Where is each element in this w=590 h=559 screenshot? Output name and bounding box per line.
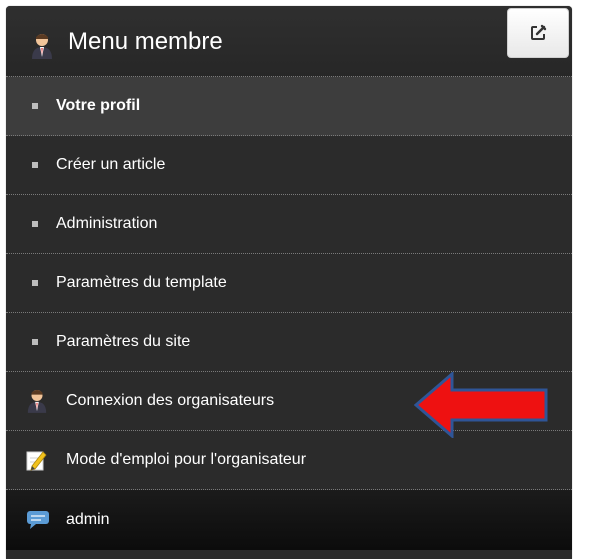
menu-header: Menu membre bbox=[6, 6, 572, 77]
menu-item-administration[interactable]: Administration bbox=[6, 195, 572, 254]
edit-menu-button[interactable] bbox=[507, 8, 569, 58]
menu-item-label: Paramètres du site bbox=[56, 333, 191, 350]
menu-item-admin[interactable]: admin bbox=[6, 490, 572, 550]
bullet-icon bbox=[32, 280, 38, 286]
bullet-icon bbox=[32, 221, 38, 227]
bullet-icon bbox=[32, 162, 38, 168]
menu-item-label: Mode d'emploi pour l'organisateur bbox=[66, 451, 307, 468]
notepad-pencil-icon bbox=[26, 451, 47, 471]
menu-item-label: Créer un article bbox=[56, 156, 166, 173]
menu-item-label: Votre profil bbox=[56, 97, 141, 114]
edit-icon bbox=[531, 24, 547, 40]
menu-item-parametres-template[interactable]: Paramètres du template bbox=[6, 254, 572, 313]
menu-items: Votre profil Créer un article Administra… bbox=[6, 77, 572, 550]
menu-item-votre-profil[interactable]: Votre profil bbox=[6, 77, 572, 136]
member-menu-panel: Menu membre Votre profil Créer un articl… bbox=[6, 6, 572, 559]
menu-title: Menu membre bbox=[68, 28, 223, 55]
menu-item-label: Connexion des organisateurs bbox=[66, 392, 275, 409]
menu-item-parametres-site[interactable]: Paramètres du site bbox=[6, 313, 572, 372]
bullet-icon bbox=[32, 103, 38, 109]
bullet-icon bbox=[32, 339, 38, 345]
chat-bubble-icon bbox=[27, 511, 49, 529]
member-person-icon bbox=[32, 34, 52, 59]
menu-item-mode-emploi[interactable]: Mode d'emploi pour l'organisateur bbox=[6, 431, 572, 490]
red-arrow-annotation bbox=[414, 372, 548, 438]
menu-item-creer-article[interactable]: Créer un article bbox=[6, 136, 572, 195]
menu-item-label: Paramètres du template bbox=[56, 274, 227, 291]
organizer-person-icon bbox=[27, 390, 47, 413]
menu-item-label: Administration bbox=[56, 215, 158, 232]
menu-item-label: admin bbox=[66, 511, 110, 528]
